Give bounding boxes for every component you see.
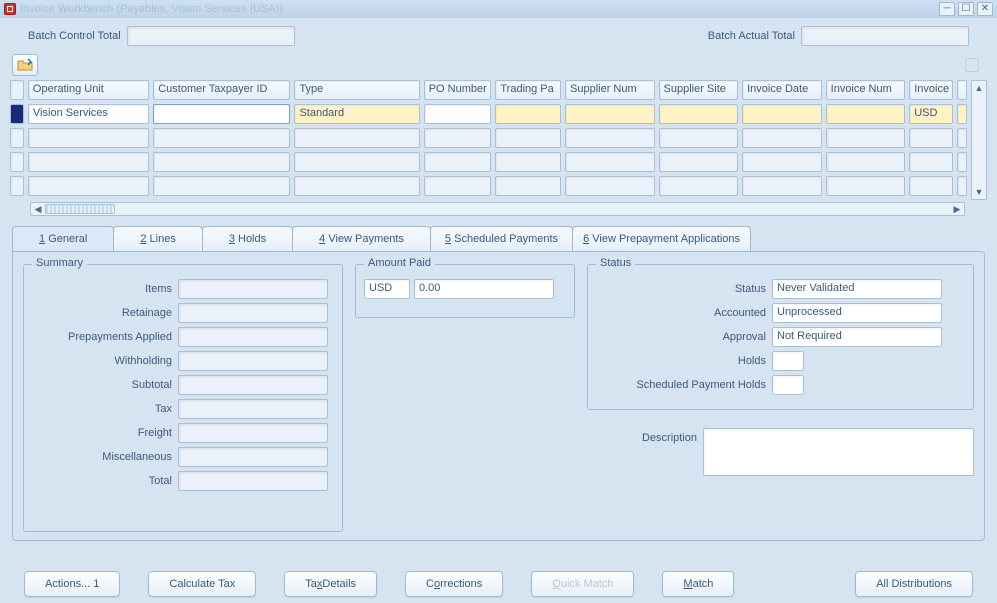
folder-open-icon bbox=[17, 57, 33, 73]
summary-total[interactable] bbox=[178, 471, 328, 491]
grid-hscrollbar[interactable]: ◀ ▶ bbox=[30, 202, 965, 216]
cell-invoice-curr[interactable]: USD bbox=[909, 104, 953, 124]
cell-type[interactable]: Standard bbox=[294, 104, 419, 124]
row-selector[interactable] bbox=[10, 152, 24, 172]
folder-tool-button[interactable] bbox=[12, 54, 38, 76]
calculate-tax-button[interactable]: Calculate Tax bbox=[148, 571, 256, 597]
table-row[interactable] bbox=[10, 152, 967, 172]
amount-paid-group: Amount Paid USD 0.00 bbox=[355, 264, 575, 318]
window-title: Invoice Workbench (Payables, Vision Serv… bbox=[20, 3, 939, 15]
col-supplier-num[interactable]: Supplier Num bbox=[565, 80, 655, 100]
batch-actual-label: Batch Actual Total bbox=[708, 30, 795, 42]
grid-vscrollbar[interactable]: ▲ ▼ bbox=[971, 80, 987, 200]
titlebar: Invoice Workbench (Payables, Vision Serv… bbox=[0, 0, 997, 18]
amount-paid-currency[interactable]: USD bbox=[364, 279, 410, 299]
scroll-right-icon[interactable]: ▶ bbox=[950, 204, 964, 215]
batch-actual-input[interactable] bbox=[801, 26, 969, 46]
tab-general[interactable]: 1 General bbox=[12, 226, 114, 251]
status-approval[interactable]: Not Required bbox=[772, 327, 942, 347]
row-selector[interactable] bbox=[10, 104, 24, 124]
scroll-down-icon[interactable]: ▼ bbox=[972, 185, 986, 199]
actions-button[interactable]: Actions... 1 bbox=[24, 571, 120, 597]
tab-view-payments[interactable]: 4 View Payments bbox=[292, 226, 431, 251]
tax-details-button[interactable]: Tax Details bbox=[284, 571, 377, 597]
batch-control-label: Batch Control Total bbox=[28, 30, 121, 42]
cell-extra[interactable] bbox=[957, 104, 967, 124]
close-button[interactable]: ✕ bbox=[977, 2, 993, 16]
summary-group: Summary Items Retainage Prepayments Appl… bbox=[23, 264, 343, 532]
tab-holds[interactable]: 3 Holds bbox=[202, 226, 293, 251]
status-accounted[interactable]: Unprocessed bbox=[772, 303, 942, 323]
scroll-up-icon[interactable]: ▲ bbox=[972, 81, 986, 95]
all-distributions-button[interactable]: All Distributions bbox=[855, 571, 973, 597]
hscroll-thumb[interactable] bbox=[45, 204, 115, 214]
description-label: Description bbox=[587, 428, 697, 476]
table-row[interactable] bbox=[10, 176, 967, 196]
cell-supplier-num[interactable] bbox=[565, 104, 655, 124]
tab-lines[interactable]: 2 Lines bbox=[113, 226, 202, 251]
cell-po-number[interactable] bbox=[424, 104, 492, 124]
col-invoice-curr[interactable]: Invoice bbox=[909, 80, 953, 100]
status-status[interactable]: Never Validated bbox=[772, 279, 942, 299]
status-group: Status StatusNever Validated AccountedUn… bbox=[587, 264, 974, 410]
tab-panel-general: Summary Items Retainage Prepayments Appl… bbox=[12, 251, 985, 541]
row-selector[interactable] bbox=[10, 128, 24, 148]
corrections-button[interactable]: Corrections bbox=[405, 571, 503, 597]
summary-items[interactable] bbox=[178, 279, 328, 299]
row-selector-header bbox=[10, 80, 24, 100]
tab-bar: 1 General 2 Lines 3 Holds 4 View Payment… bbox=[12, 226, 985, 251]
tab-scheduled-payments[interactable]: 5 Scheduled Payments bbox=[430, 226, 573, 251]
col-type[interactable]: Type bbox=[294, 80, 419, 100]
cell-operating-unit[interactable]: Vision Services bbox=[28, 104, 149, 124]
flexfield-box[interactable] bbox=[965, 58, 979, 72]
col-po-number[interactable]: PO Number bbox=[424, 80, 492, 100]
description-input[interactable] bbox=[703, 428, 974, 476]
status-legend: Status bbox=[596, 257, 635, 269]
col-taxpayer-id[interactable]: Customer Taxpayer ID bbox=[153, 80, 290, 100]
cell-trading-partner[interactable] bbox=[495, 104, 561, 124]
minimize-button[interactable]: ─ bbox=[939, 2, 955, 16]
app-icon bbox=[4, 3, 16, 15]
summary-misc[interactable] bbox=[178, 447, 328, 467]
cell-supplier-site[interactable] bbox=[659, 104, 739, 124]
col-operating-unit[interactable]: Operating Unit bbox=[28, 80, 149, 100]
match-button[interactable]: Match bbox=[662, 571, 734, 597]
cell-invoice-num[interactable] bbox=[826, 104, 906, 124]
summary-subtotal[interactable] bbox=[178, 375, 328, 395]
summary-prepay[interactable] bbox=[178, 327, 328, 347]
summary-freight[interactable] bbox=[178, 423, 328, 443]
status-sph[interactable] bbox=[772, 375, 804, 395]
row-selector[interactable] bbox=[10, 176, 24, 196]
col-supplier-site[interactable]: Supplier Site bbox=[659, 80, 739, 100]
amount-paid-legend: Amount Paid bbox=[364, 257, 435, 269]
scroll-left-icon[interactable]: ◀ bbox=[31, 204, 45, 215]
quick-match-button: Quick Match bbox=[531, 571, 634, 597]
status-holds[interactable] bbox=[772, 351, 804, 371]
col-extra[interactable] bbox=[957, 80, 967, 100]
summary-withholding[interactable] bbox=[178, 351, 328, 371]
col-invoice-num[interactable]: Invoice Num bbox=[826, 80, 906, 100]
cell-invoice-date[interactable] bbox=[742, 104, 822, 124]
summary-tax[interactable] bbox=[178, 399, 328, 419]
cell-taxpayer-id[interactable] bbox=[153, 104, 290, 124]
table-row[interactable] bbox=[10, 128, 967, 148]
batch-control-input[interactable] bbox=[127, 26, 295, 46]
summary-legend: Summary bbox=[32, 257, 87, 269]
maximize-button[interactable]: ☐ bbox=[958, 2, 974, 16]
summary-retainage[interactable] bbox=[178, 303, 328, 323]
table-row[interactable]: Vision Services Standard USD bbox=[10, 104, 967, 124]
col-invoice-date[interactable]: Invoice Date bbox=[742, 80, 822, 100]
col-trading-partner[interactable]: Trading Pa bbox=[495, 80, 561, 100]
button-bar: Actions... 1 Calculate Tax Tax Details C… bbox=[0, 571, 997, 597]
tab-prepayment-apps[interactable]: 6 View Prepayment Applications bbox=[572, 226, 751, 251]
amount-paid-value[interactable]: 0.00 bbox=[414, 279, 554, 299]
